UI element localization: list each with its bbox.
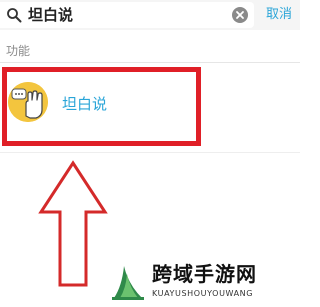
search-screen: 坦白说 取消 功能 坦白说 跨域手游网 KUAYUSHOUYOUWANG: [0, 0, 300, 307]
highlight-box: [2, 67, 201, 146]
watermark-title: 跨域手游网: [152, 262, 257, 286]
clear-icon[interactable]: [232, 7, 248, 23]
up-arrow-icon: [38, 160, 108, 287]
watermark-subtitle: KUAYUSHOUYOUWANG: [152, 289, 254, 298]
watermark: 跨域手游网 KUAYUSHOUYOUWANG: [110, 258, 300, 307]
search-input[interactable]: 坦白说: [0, 2, 254, 28]
cancel-button[interactable]: 取消: [266, 6, 292, 24]
search-bar: 坦白说 取消: [0, 0, 300, 30]
search-query-text: 坦白说: [28, 6, 74, 24]
section-header: 功能: [6, 44, 31, 58]
divider: [0, 152, 300, 153]
divider: [0, 62, 300, 63]
logo-icon: [112, 266, 144, 300]
search-icon: [7, 8, 22, 23]
